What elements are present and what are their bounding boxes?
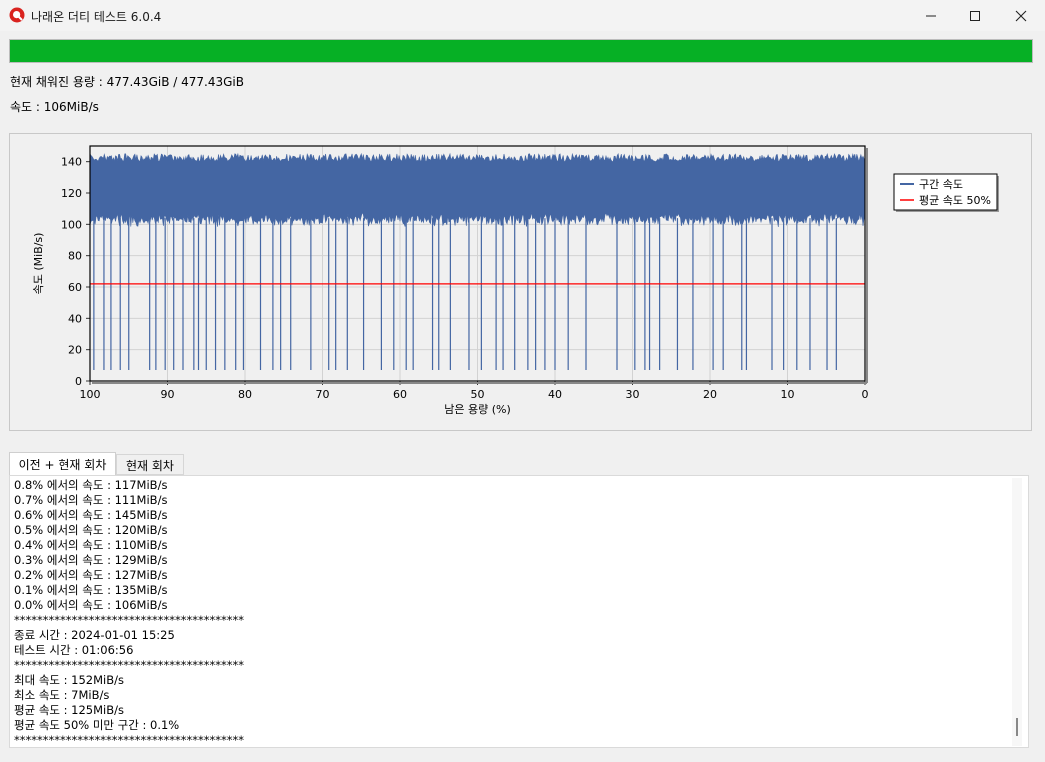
log-line: 0.5% 에서의 속도 : 120MiB/s [14,523,168,537]
y-axis-label: 속도 (MiB/s) [32,233,45,295]
x-tick-label: 90 [161,388,175,401]
log-line: 0.1% 에서의 속도 : 135MiB/s [14,583,168,597]
legend-label-speed: 구간 속도 [919,178,963,191]
y-tick-label: 0 [75,375,82,388]
current-speed-label: 속도 : 106MiB/s [10,100,99,114]
log-line: 종료 시간 : 2024-01-01 15:25 [14,628,175,642]
y-tick-label: 100 [61,218,82,231]
log-line: 평균 속도 50% 미만 구간 : 0.1% [14,718,180,732]
log-line: 0.3% 에서의 속도 : 129MiB/s [14,553,168,567]
close-icon [1015,10,1027,21]
speed-chart-panel: 0 20 40 60 80 100 120 140 100 90 80 70 60 50 40 30 20 10 0… [9,133,1032,431]
title-bar: 나래온 더티 테스트 6.0.4 [0,0,1045,31]
log-line: 평균 속도 : 125MiB/s [14,703,124,717]
log-line: **************************************** [14,733,244,747]
log-line: 0.6% 에서의 속도 : 145MiB/s [14,508,168,522]
log-line: 테스트 시간 : 01:06:56 [14,643,134,657]
progress-fill [10,40,1032,62]
x-axis-label: 남은 용량 (%) [444,403,511,416]
x-tick-label: 100 [80,388,101,401]
x-tick-label: 80 [238,388,252,401]
x-tick-label: 10 [781,388,795,401]
y-tick-label: 20 [68,344,82,357]
tab-previous-and-current[interactable]: 이전 + 현재 회차 [9,452,116,476]
y-tick-label: 80 [68,250,82,263]
maximize-button[interactable] [952,0,998,31]
legend-label-avg: 평균 속도 50% [919,194,991,207]
app-logo-icon [9,7,25,23]
speed-chart: 020406080100120140100 90 80 70 60 50 40 30 20 10 0… [32,145,999,416]
test-progress-bar [9,39,1033,63]
log-line: 0.8% 에서의 속도 : 117MiB/s [14,478,168,492]
log-line: 최대 속도 : 152MiB/s [14,673,124,687]
log-line: **************************************** [14,658,244,672]
log-line: 최소 속도 : 7MiB/s [14,688,110,702]
maximize-icon [970,10,980,21]
x-tick-label: 40 [548,388,562,401]
minimize-button[interactable] [908,0,954,31]
close-button[interactable] [998,0,1044,31]
log-line: **************************************** [14,613,244,627]
log-line: 0.4% 에서의 속도 : 110MiB/s [14,538,168,552]
minimize-icon [926,15,936,16]
log-scrollbar[interactable] [1012,478,1022,746]
y-tick-label: 140 [61,156,82,169]
x-tick-label: 50 [471,388,485,401]
tab-current-round[interactable]: 현재 회차 [116,454,184,475]
filled-capacity-label: 현재 채워진 용량 : 477.43GiB / 477.43GiB [10,75,244,89]
x-tick-label: 0 [862,388,869,401]
log-line: 0.0% 에서의 속도 : 106MiB/s [14,598,168,612]
window-title: 나래온 더티 테스트 6.0.4 [31,10,162,24]
log-line: 0.7% 에서의 속도 : 111MiB/s [14,493,168,507]
x-tick-label: 60 [393,388,407,401]
x-tick-label: 70 [316,388,330,401]
y-tick-label: 40 [68,312,82,325]
x-tick-label: 30 [626,388,640,401]
log-scrollbar-thumb[interactable] [1016,718,1018,736]
speed-series-band [89,152,866,228]
log-textbox[interactable]: 0.8% 에서의 속도 : 117MiB/s 0.7% 에서의 속도 : 111M… [9,475,1029,748]
y-tick-label: 60 [68,281,82,294]
y-tick-label: 120 [61,187,82,200]
log-line: 0.2% 에서의 속도 : 127MiB/s [14,568,168,582]
x-tick-label: 20 [703,388,717,401]
